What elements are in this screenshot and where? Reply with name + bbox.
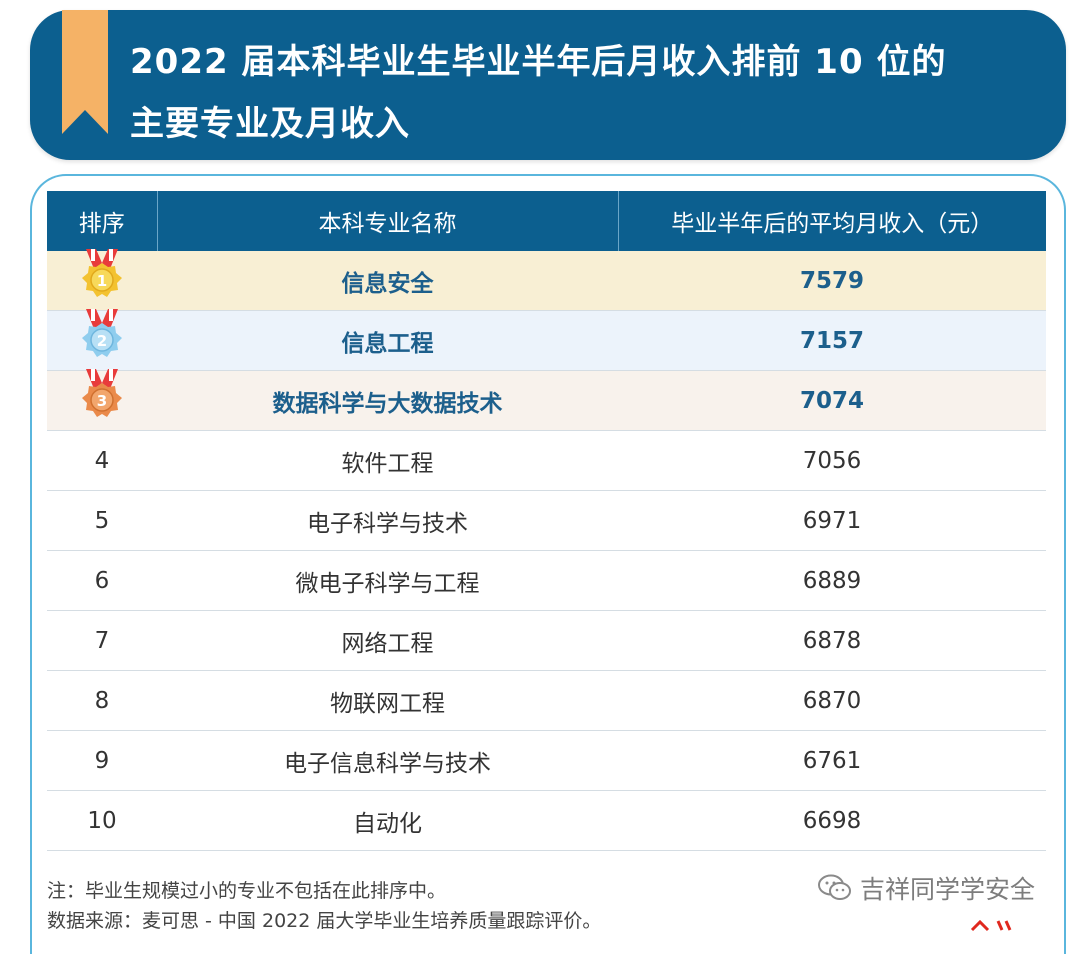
bookmark-ribbon-icon [62, 10, 108, 134]
major-name-cell: 电子科学与技术 [157, 490, 618, 551]
data-source-note: 数据来源：麦可思 - 中国 2022 届大学毕业生培养质量跟踪评价。 [47, 910, 602, 932]
gold-medal-icon: 1 [82, 248, 122, 297]
watermark-text: 吉祥同学学安全 [860, 875, 1036, 904]
major-name-cell: 数据科学与大数据技术 [157, 370, 618, 431]
income-cell: 7056 [618, 430, 1046, 491]
medal-number: 2 [97, 332, 107, 350]
page-title-line1: 2022 届本科毕业生毕业半年后月收入排前 10 位的 [130, 42, 947, 82]
table-header-row: 排序 本科专业名称 毕业半年后的平均月收入（元） [47, 191, 1046, 251]
income-cell: 6889 [618, 550, 1046, 611]
table-row: 4 软件工程 7056 [47, 430, 1046, 491]
income-cell: 6761 [618, 730, 1046, 791]
rank-cell: 3 [47, 368, 157, 431]
silver-medal-icon: 2 [82, 308, 122, 357]
major-name-cell: 自动化 [157, 790, 618, 851]
income-cell: 6878 [618, 610, 1046, 671]
medal-number: 1 [97, 272, 107, 290]
table-row: 10 自动化 6698 [47, 790, 1046, 851]
column-header-rank: 排序 [47, 191, 157, 251]
rank-cell: 9 [47, 730, 157, 791]
column-header-income: 毕业半年后的平均月收入（元） [617, 191, 1046, 251]
income-cell: 6870 [618, 670, 1046, 731]
table-row: 6 微电子科学与工程 6889 [47, 550, 1046, 611]
income-cell: 7579 [618, 251, 1046, 311]
major-name-cell: 物联网工程 [157, 670, 618, 731]
table-row: 1 信息安全 7579 [47, 248, 1046, 311]
income-cell: 6971 [618, 490, 1046, 551]
major-name-cell: 微电子科学与工程 [157, 550, 618, 611]
red-seal-fragment [970, 919, 1012, 932]
rank-cell: 5 [47, 490, 157, 551]
rank-cell: 8 [47, 670, 157, 731]
table-row: 2 信息工程 7157 [47, 308, 1046, 371]
major-name-cell: 电子信息科学与技术 [157, 730, 618, 791]
watermark: 吉祥同学学安全 [818, 870, 1035, 906]
table-row: 3 数据科学与大数据技术 7074 [47, 368, 1046, 431]
bronze-medal-icon: 3 [82, 368, 122, 417]
medal-number: 3 [97, 392, 107, 410]
rank-cell: 7 [47, 610, 157, 671]
income-cell: 6698 [618, 790, 1046, 851]
table-row: 7 网络工程 6878 [47, 610, 1046, 671]
table-row: 9 电子信息科学与技术 6761 [47, 730, 1046, 791]
major-name-cell: 软件工程 [157, 430, 618, 491]
column-header-major: 本科专业名称 [156, 191, 618, 251]
income-cell: 7074 [618, 370, 1046, 431]
footnote: 注：毕业生规模过小的专业不包括在此排序中。 [47, 880, 447, 902]
major-name-cell: 信息工程 [157, 310, 618, 371]
rank-cell: 4 [47, 430, 157, 491]
rank-cell: 2 [47, 308, 157, 371]
major-name-cell: 网络工程 [157, 610, 618, 671]
table-row: 8 物联网工程 6870 [47, 670, 1046, 731]
page-title-line2: 主要专业及月收入 [130, 104, 410, 144]
rank-cell: 10 [47, 790, 157, 851]
wechat-icon [818, 874, 851, 900]
income-cell: 7157 [618, 310, 1046, 371]
income-ranking-table: 排序 本科专业名称 毕业半年后的平均月收入（元） 1 信息安全 7579 2 信… [47, 191, 1046, 851]
table-row: 5 电子科学与技术 6971 [47, 490, 1046, 551]
rank-cell: 6 [47, 550, 157, 611]
major-name-cell: 信息安全 [157, 251, 618, 311]
rank-cell: 1 [47, 248, 157, 311]
